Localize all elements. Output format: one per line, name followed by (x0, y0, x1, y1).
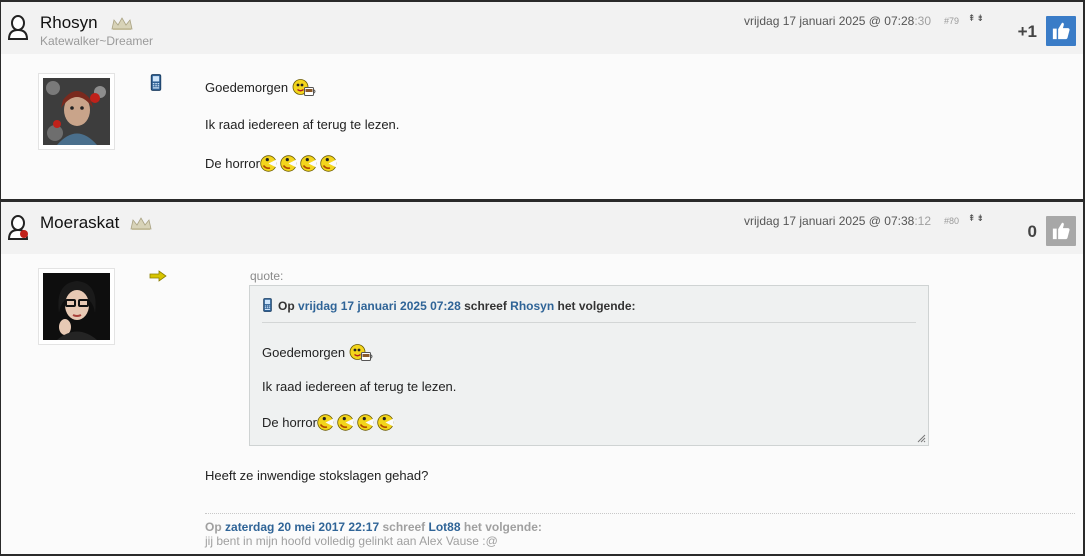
quote-suffix: het volgende: (557, 299, 636, 313)
pacman-smiley-icon (319, 155, 337, 172)
post-date-seconds: :12 (914, 214, 931, 228)
quote-box: Op vrijdag 17 januari 2025 07:28 schreef… (249, 285, 929, 446)
quote-middle: schreef (464, 299, 507, 313)
quote-line: Ik raad iedereen af terug te lezen. (262, 379, 457, 394)
pacman-smiley-icon (316, 414, 334, 431)
quote-author-link[interactable]: Rhosyn (510, 299, 554, 313)
mobile-phone-icon (263, 298, 272, 312)
quote-date-link[interactable]: vrijdag 17 januari 2025 07:28 (298, 299, 461, 313)
quote-horror: De horror (262, 415, 317, 430)
like-score: +1 (1017, 22, 1037, 41)
quote-header: Op vrijdag 17 januari 2025 07:28 schreef… (262, 298, 916, 323)
post-navigation-arrows[interactable]: ⇞⇟ (968, 213, 985, 224)
post-reply-text: Heeft ze inwendige stokslagen gehad? (205, 468, 429, 483)
post-navigation-arrows[interactable]: ⇞⇟ (968, 13, 985, 24)
text-line: Ik raad iedereen af terug te lezen. (205, 117, 400, 132)
thumbs-up-icon (1052, 222, 1070, 240)
like-score: 0 (1027, 222, 1037, 241)
forum-post: Moeraskat vrijdag 17 januari 2025 @ 07:3… (0, 201, 1085, 556)
resize-grip-icon[interactable] (917, 434, 926, 443)
signature-author-link[interactable]: Lot88 (429, 520, 461, 534)
pacman-smiley-icon (299, 155, 317, 172)
yellow-arrow-icon (149, 270, 167, 282)
avatar-image (43, 78, 110, 145)
post-date-main: vrijdag 17 januari 2025 @ 07:38 (744, 214, 915, 228)
text-horror: De horror (205, 156, 260, 171)
pacman-smiley-icon (259, 155, 277, 172)
text-line: Goedemorgen (205, 79, 399, 117)
quote-prefix: Op (278, 299, 295, 313)
signature-date-link[interactable]: zaterdag 20 mei 2017 22:17 (225, 520, 379, 534)
post-text: Goedemorgen Ik raad iedereen af terug te… (205, 79, 399, 172)
forum-post: Rhosyn Katewalker~Dreamer vrijdag 17 jan… (0, 0, 1085, 201)
quote-greeting: Goedemorgen (262, 345, 346, 360)
like-button[interactable] (1046, 216, 1076, 246)
pacman-smiley-icon (336, 414, 354, 431)
rank-crown-icon (111, 17, 133, 31)
coffee-smiley-icon (349, 344, 373, 361)
avatar[interactable] (38, 268, 115, 345)
signature-suffix: het volgende: (463, 520, 542, 534)
quote-line: De horror (262, 414, 397, 431)
signature-divider (205, 513, 1075, 514)
post-body: Goedemorgen Ik raad iedereen af terug te… (1, 54, 1083, 199)
text-greeting: Goedemorgen (205, 80, 289, 95)
signature-text: jij bent in mijn hoofd volledig gelinkt … (205, 534, 498, 548)
post-date-seconds: :30 (914, 14, 931, 28)
quote-line: Goedemorgen (262, 344, 378, 361)
like-button[interactable] (1046, 16, 1076, 46)
coffee-smiley-icon (292, 79, 316, 96)
post-body: quote: Op vrijdag 17 januari 2025 07:28 … (1, 254, 1083, 554)
signature-prefix: Op (205, 520, 222, 534)
user-silhouette-icon (7, 15, 29, 40)
text-line: De horror (205, 155, 399, 172)
avatar[interactable] (38, 73, 115, 150)
username[interactable]: Rhosyn (40, 13, 98, 33)
avatar-image (43, 273, 110, 340)
post-number-link[interactable]: #80 (944, 216, 959, 226)
signature-quote-header: Op zaterdag 20 mei 2017 22:17 schreef Lo… (205, 520, 542, 534)
post-header: Moeraskat vrijdag 17 januari 2025 @ 07:3… (1, 202, 1083, 254)
post-date: vrijdag 17 januari 2025 @ 07:28:30 (744, 14, 931, 28)
mobile-phone-icon (150, 74, 162, 91)
post-number-link[interactable]: #79 (944, 16, 959, 26)
rank-crown-icon (130, 217, 152, 231)
signature-middle: schreef (382, 520, 426, 534)
user-silhouette-red-icon (7, 215, 29, 240)
pacman-smiley-icon (376, 414, 394, 431)
post-date: vrijdag 17 januari 2025 @ 07:38:12 (744, 214, 931, 228)
post-header: Rhosyn Katewalker~Dreamer vrijdag 17 jan… (1, 2, 1083, 54)
pacman-smiley-icon (356, 414, 374, 431)
user-title: Katewalker~Dreamer (40, 34, 154, 48)
quote-label: quote: (250, 269, 284, 283)
post-date-main: vrijdag 17 januari 2025 @ 07:28 (744, 14, 915, 28)
thumbs-up-icon (1052, 22, 1070, 40)
username[interactable]: Moeraskat (40, 213, 119, 233)
pacman-smiley-icon (279, 155, 297, 172)
